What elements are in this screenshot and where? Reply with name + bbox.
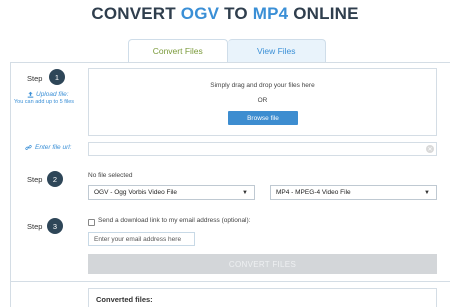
- target-format-value: MP4 - MPEG-4 Video File: [276, 189, 351, 196]
- step3-label: Step: [27, 222, 43, 231]
- title-part2: TO: [219, 4, 253, 23]
- title-target-format: MP4: [252, 4, 289, 23]
- clear-url-icon[interactable]: ✕: [426, 145, 434, 153]
- step2-number: 2: [47, 171, 63, 187]
- title-part1: CONVERT: [91, 4, 181, 23]
- tab-bar: Convert Files View Files: [128, 39, 326, 62]
- no-file-status: No file selected: [88, 172, 133, 179]
- source-format-select[interactable]: OGV - Ogg Vorbis Video File ▼: [88, 185, 255, 200]
- tab-view-files[interactable]: View Files: [227, 39, 326, 62]
- browse-file-button[interactable]: Browse file: [228, 111, 298, 125]
- tab-convert-files[interactable]: Convert Files: [128, 39, 228, 62]
- converted-files-box: Converted files:: [88, 288, 437, 307]
- email-checkbox-label: Send a download link to my email address…: [98, 217, 251, 224]
- title-part3: ONLINE: [288, 4, 359, 23]
- step1-label: Step: [27, 74, 43, 83]
- chevron-down-icon: ▼: [242, 190, 248, 196]
- file-url-input[interactable]: [88, 142, 437, 156]
- enter-url-link[interactable]: Enter file url:: [25, 144, 72, 151]
- step1-number: 1: [49, 69, 65, 85]
- target-format-select[interactable]: MP4 - MPEG-4 Video File ▼: [270, 185, 437, 200]
- dropzone-or: OR: [257, 97, 268, 104]
- converted-files-title: Converted files:: [96, 295, 153, 304]
- divider: [10, 281, 450, 282]
- page-title: CONVERT OGV TO MP4 ONLINE: [0, 4, 450, 24]
- file-dropzone[interactable]: Simply drag and drop your files here OR …: [88, 68, 437, 136]
- upload-limit-note: You can add up to 5 files: [14, 99, 75, 105]
- step3-number: 3: [47, 218, 63, 234]
- upload-file-label: Upload file:: [36, 91, 69, 98]
- convert-files-button[interactable]: CONVERT FILES: [88, 254, 437, 274]
- email-link-checkbox[interactable]: [88, 219, 95, 226]
- dropzone-text: Simply drag and drop your files here: [210, 82, 315, 89]
- title-source-format: OGV: [180, 4, 220, 23]
- source-format-value: OGV - Ogg Vorbis Video File: [94, 189, 177, 196]
- upload-file-link[interactable]: Upload file:: [27, 91, 69, 98]
- upload-icon: [27, 91, 34, 98]
- step2-label: Step: [27, 175, 43, 184]
- email-field[interactable]: Enter your email address here: [88, 232, 195, 246]
- link-icon: [25, 145, 32, 150]
- chevron-down-icon: ▼: [424, 190, 430, 196]
- enter-url-label: Enter file url:: [35, 144, 72, 151]
